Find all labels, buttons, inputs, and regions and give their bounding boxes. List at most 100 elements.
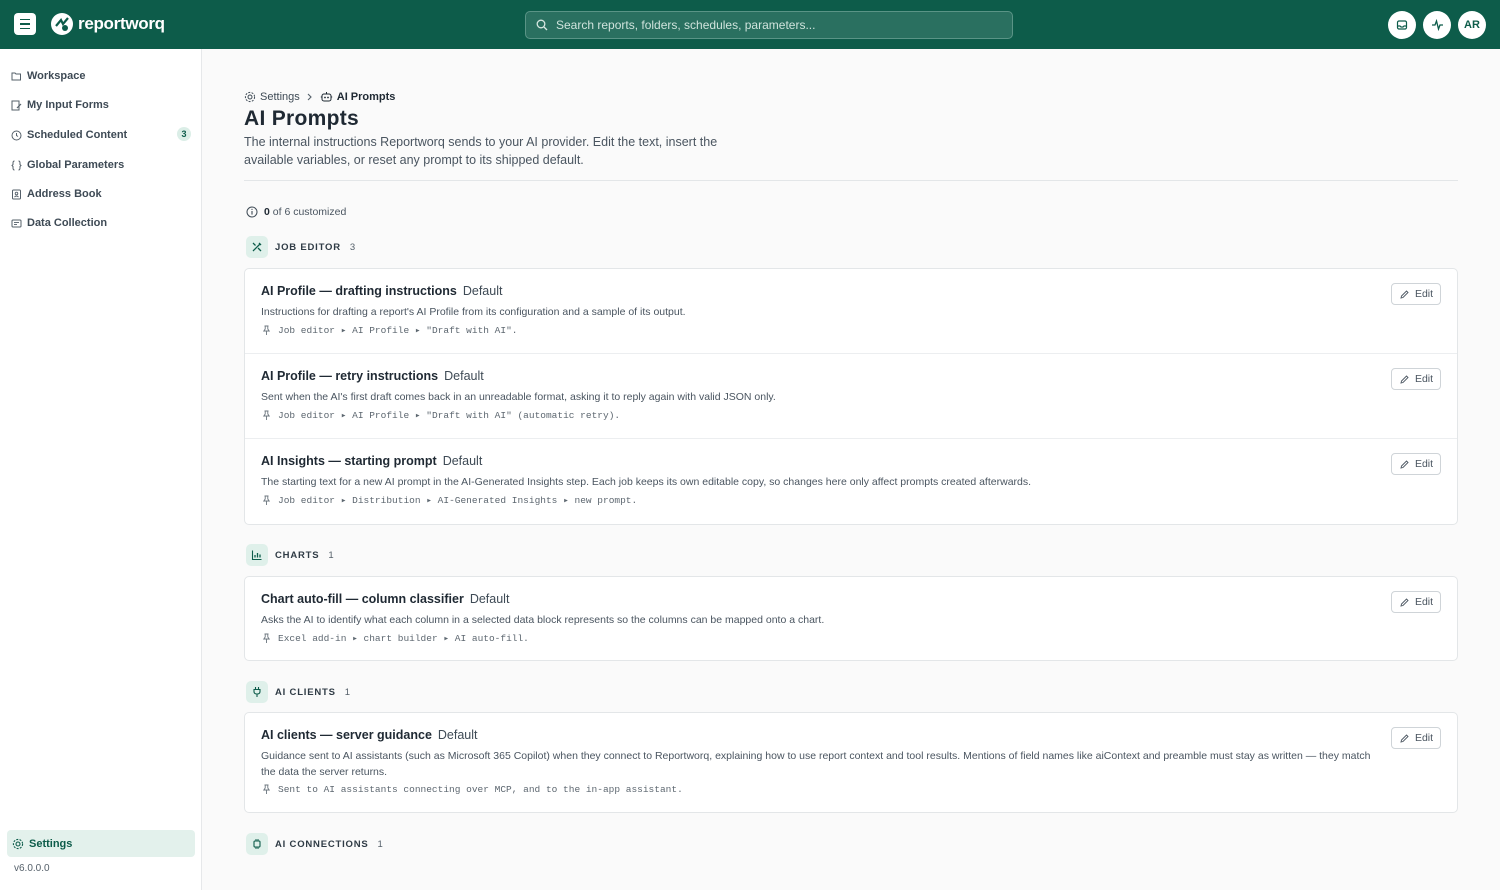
page-title: AI Prompts (244, 107, 360, 130)
sidebar-item-label: Workspace (27, 70, 86, 82)
edit-button[interactable]: Edit (1391, 591, 1441, 613)
app-version: v6.0.0.0 (14, 863, 50, 874)
section-count: 3 (349, 241, 356, 253)
customized-count: 0 (264, 206, 270, 218)
pencil-icon (1400, 597, 1409, 607)
main-content: Settings AI Prompts AI Prompts The inter… (202, 49, 1500, 890)
top-bar: reportworq AR (0, 0, 1500, 49)
sidebar-item-label: Data Collection (27, 217, 108, 229)
prompt-status: Default (462, 284, 503, 298)
section-header-ai-clients: AI CLIENTS 1 (246, 681, 350, 703)
customized-summary: 0 of 6 customized (246, 206, 346, 218)
prompt-description: Instructions for drafting a report's AI … (261, 306, 686, 318)
section-title: CHARTS (275, 549, 320, 561)
sidebar-item-label: Address Book (27, 188, 102, 200)
edit-button-label: Edit (1414, 458, 1434, 470)
hamburger-menu-icon[interactable] (14, 13, 36, 35)
sidebar-item-global-parameters[interactable]: Global Parameters (11, 156, 191, 174)
edit-button[interactable]: Edit (1391, 283, 1441, 305)
section-title: JOB EDITOR (275, 241, 341, 253)
edit-button-label: Edit (1414, 732, 1434, 744)
logo-mark-icon (51, 13, 73, 35)
section-header-job-editor: JOB EDITOR 3 (246, 236, 355, 258)
sidebar: Workspace My Input Forms Scheduled Conte… (0, 49, 202, 890)
search-input[interactable] (556, 18, 996, 32)
breadcrumb: Settings AI Prompts (244, 91, 395, 103)
section-header-ai-connections: AI CONNECTIONS 1 (246, 833, 383, 855)
info-icon (246, 206, 258, 218)
sidebar-item-scheduled-content[interactable]: Scheduled Content 3 (11, 126, 191, 144)
edit-button-label: Edit (1414, 596, 1434, 608)
prompt-item: AI clients — server guidance Default Guid… (245, 713, 1457, 814)
prompt-description: Guidance sent to AI assistants (such as … (261, 750, 1371, 778)
contact-book-icon (12, 189, 21, 199)
form-edit-icon (11, 100, 22, 110)
section-count: 1 (344, 686, 351, 698)
edit-button[interactable]: Edit (1391, 727, 1441, 749)
activity-button[interactable] (1423, 11, 1451, 39)
sidebar-item-label: Scheduled Content (27, 129, 128, 141)
activity-pulse-icon (1431, 19, 1443, 31)
sidebar-item-settings[interactable]: Settings (7, 830, 195, 857)
edit-button[interactable]: Edit (1391, 368, 1441, 390)
global-search[interactable] (525, 11, 1013, 39)
prompt-title: AI Profile — retry instructions (261, 369, 439, 383)
pin-icon (262, 410, 271, 420)
section-count: 1 (377, 838, 383, 850)
header-divider (244, 180, 1458, 181)
sidebar-item-address-book[interactable]: Address Book (11, 185, 191, 203)
prompt-title: AI Insights — starting prompt (261, 454, 437, 468)
prompt-status: Default (442, 454, 483, 468)
prompt-location: Excel add-in ▸ chart builder ▸ AI auto-f… (278, 633, 529, 644)
prompt-location: Job editor ▸ Distribution ▸ AI-Generated… (278, 495, 638, 506)
edit-button-label: Edit (1414, 288, 1434, 300)
sidebar-item-workspace[interactable]: Workspace (11, 67, 191, 85)
sidebar-item-data-collection[interactable]: Data Collection (11, 214, 191, 232)
prompt-description: The starting text for a new AI prompt in… (261, 476, 1032, 488)
section-header-charts: CHARTS 1 (246, 544, 334, 566)
prompt-title: Chart auto-fill — column classifier (261, 592, 464, 606)
gear-icon (12, 838, 24, 849)
page-description: The internal instructions Reportworq sen… (244, 135, 718, 167)
sidebar-item-label: Settings (29, 837, 73, 850)
edit-button-label: Edit (1414, 373, 1434, 385)
robot-icon (320, 92, 332, 102)
prompt-location: Sent to AI assistants connecting over MC… (278, 784, 683, 795)
prompt-title: AI clients — server guidance (261, 728, 432, 742)
section-title: AI CONNECTIONS (275, 838, 369, 850)
folder-open-icon (11, 72, 21, 80)
clock-icon (11, 130, 22, 140)
prompt-item: Chart auto-fill — column classifier Defau… (245, 577, 1457, 662)
gear-icon (244, 91, 256, 103)
sidebar-item-label: My Input Forms (27, 99, 109, 111)
scheduled-count-badge: 3 (177, 127, 191, 141)
tools-icon (246, 236, 268, 258)
user-avatar-button[interactable]: AR (1458, 11, 1486, 39)
pin-icon (262, 325, 271, 335)
sidebar-item-my-input-forms[interactable]: My Input Forms (11, 96, 191, 114)
breadcrumb-current: AI Prompts (336, 91, 396, 103)
app-logo[interactable]: reportworq (50, 12, 165, 36)
breadcrumb-settings-link[interactable]: Settings (260, 91, 300, 103)
prompt-item: AI Profile — drafting instructions Defaul… (245, 269, 1457, 354)
edit-button[interactable]: Edit (1391, 453, 1441, 475)
prompt-status: Default (469, 592, 510, 606)
prompt-card-job-editor: AI Profile — drafting instructions Defaul… (244, 268, 1458, 525)
prompt-status: Default (437, 728, 478, 742)
inbox-button[interactable] (1388, 11, 1416, 39)
braces-icon (11, 160, 22, 170)
pencil-icon (1400, 374, 1409, 384)
pencil-icon (1400, 733, 1409, 743)
prompt-description: Sent when the AI's first draft comes bac… (261, 391, 776, 403)
prompt-item: AI Insights — starting prompt Default The… (245, 439, 1457, 524)
customized-total-text: of 6 customized (272, 206, 347, 218)
bar-chart-icon (246, 544, 268, 566)
prompt-item: AI Profile — retry instructions Default S… (245, 354, 1457, 439)
section-title: AI CLIENTS (275, 686, 336, 698)
prompt-status: Default (444, 369, 484, 383)
prompt-location: Job editor ▸ AI Profile ▸ "Draft with AI… (278, 325, 518, 336)
section-count: 1 (328, 549, 334, 561)
inbox-icon (1396, 20, 1408, 30)
pin-icon (262, 633, 271, 643)
sidebar-item-label: Global Parameters (27, 159, 125, 171)
